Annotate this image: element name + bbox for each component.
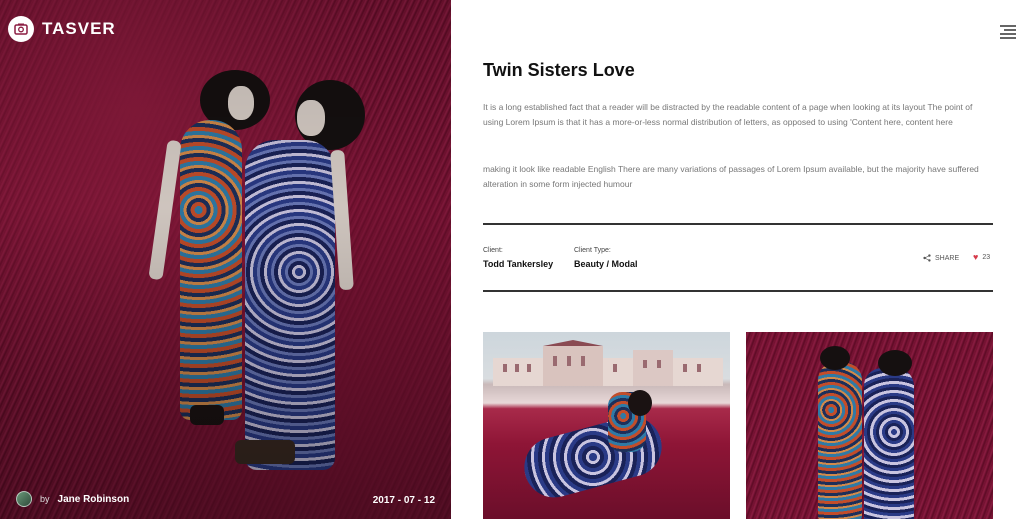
- divider: [483, 223, 993, 225]
- palace-illustration: [493, 340, 723, 386]
- brand-name: TASVER: [42, 19, 116, 38]
- client-type-value: Beauty / Modal: [574, 259, 638, 269]
- hamburger-menu-icon[interactable]: [1000, 25, 1016, 39]
- post-date: 2017 - 07 - 12: [372, 495, 435, 506]
- like-count: 23: [982, 254, 991, 261]
- post-paragraph: It is a long established fact that a rea…: [483, 102, 973, 127]
- client-type-info: Client Type: Beauty / Modal: [574, 247, 638, 269]
- author-info[interactable]: by Jane Robinson: [16, 491, 129, 507]
- brand-logo[interactable]: TASVER: [8, 16, 116, 42]
- camera-icon: [8, 16, 34, 42]
- hero-image: TASVER by Jane Robinson 2017 - 07 - 12: [0, 0, 451, 519]
- client-value: Todd Tankersley: [483, 259, 554, 269]
- gallery-image[interactable]: [746, 332, 993, 519]
- avatar: [16, 491, 32, 507]
- post-title: Twin Sisters Love: [483, 60, 635, 80]
- share-icon: [923, 254, 931, 262]
- client-info: Client: Todd Tankersley: [483, 247, 553, 269]
- client-type-label: Client Type:: [574, 247, 611, 254]
- share-label: SHARE: [935, 254, 960, 262]
- author-name[interactable]: Jane Robinson: [58, 494, 130, 505]
- divider: [483, 290, 993, 292]
- gallery-image[interactable]: [483, 332, 730, 519]
- author-by-label: by: [40, 494, 50, 504]
- like-button[interactable]: ♥ 23: [973, 252, 991, 262]
- share-button[interactable]: SHARE: [923, 254, 959, 262]
- heart-icon: ♥: [973, 252, 979, 262]
- client-label: Client:: [483, 247, 503, 254]
- post-paragraph: making it look like readable English The…: [483, 164, 979, 189]
